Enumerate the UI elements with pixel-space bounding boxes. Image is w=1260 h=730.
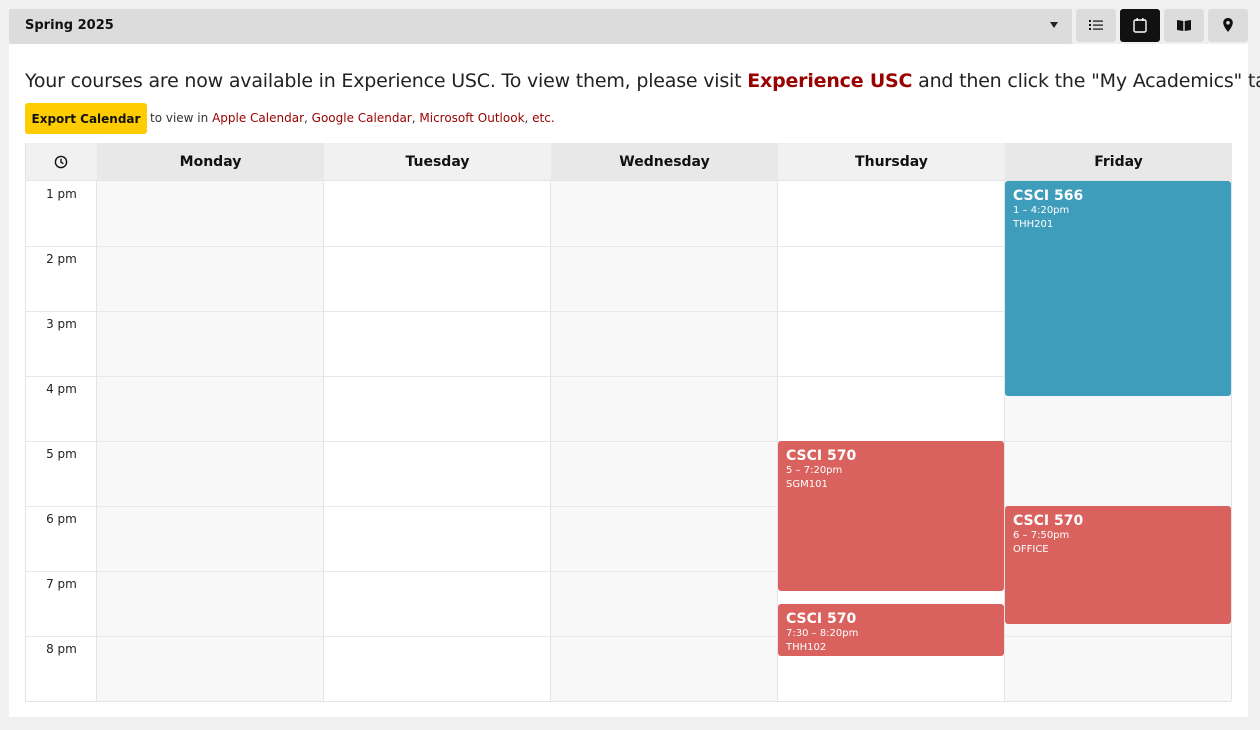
term-selector-value: Spring 2025: [25, 18, 114, 33]
google-calendar-link[interactable]: Google Calendar: [312, 111, 412, 125]
notice-text-after: and then click the "My Academics" tab.: [912, 70, 1260, 92]
course-code: CSCI 566: [1013, 188, 1084, 204]
calendar-icon: [1133, 18, 1147, 33]
course-code: CSCI 570: [786, 610, 857, 627]
course-code: CSCI 570: [1013, 513, 1084, 529]
time-label: 6 pm: [46, 512, 77, 526]
catalog-view-button[interactable]: [1164, 9, 1204, 42]
map-pin-icon: [1223, 18, 1233, 32]
course-time: 6 – 7:50pm: [1013, 530, 1070, 541]
microsoft-outlook-link[interactable]: Microsoft Outlook: [419, 111, 524, 125]
course-event[interactable]: CSCI 566 1 – 4:20pm THH201: [1005, 181, 1231, 397]
time-label: 5 pm: [46, 447, 77, 461]
day-header-wednesday: Wednesday: [551, 143, 778, 181]
calendar-view-button[interactable]: [1120, 9, 1160, 42]
hour-divider: [26, 441, 1232, 442]
time-label: 4 pm: [46, 382, 77, 396]
day-header-friday: Friday: [1005, 143, 1232, 181]
course-event[interactable]: CSCI 570 5 – 7:20pm SGM101: [778, 441, 1004, 592]
day-header-tuesday: Tuesday: [324, 143, 551, 181]
export-calendar-button[interactable]: Export Calendar: [25, 103, 147, 134]
course-room: THH102: [786, 641, 827, 653]
day-header-thursday: Thursday: [778, 143, 1005, 181]
notice-text-before: Your courses are now available in Experi…: [25, 70, 748, 92]
course-event[interactable]: CSCI 570 7:30 – 8:20pm THH102: [778, 603, 1004, 657]
main-panel: Your courses are now available in Experi…: [9, 44, 1260, 717]
course-time: 1 – 4:20pm: [1013, 205, 1070, 216]
chevron-down-icon: [1050, 22, 1058, 28]
etc-link[interactable]: etc.: [532, 111, 555, 125]
course-time: 5 – 7:20pm: [786, 465, 843, 476]
course-room: OFFICE: [1013, 544, 1049, 555]
course-code: CSCI 570: [786, 448, 857, 464]
list-view-button[interactable]: [1076, 9, 1116, 42]
list-icon: [1089, 20, 1103, 30]
experience-usc-link[interactable]: Experience USC: [747, 70, 912, 92]
course-room: THH201: [1013, 219, 1054, 230]
hour-divider: [26, 636, 1232, 637]
weekly-calendar: Monday Tuesday Wednesday Thursday Friday…: [25, 143, 1232, 702]
time-label: 1 pm: [46, 187, 77, 201]
time-label: 2 pm: [46, 252, 77, 266]
book-icon: [1177, 20, 1191, 31]
map-view-button[interactable]: [1208, 9, 1248, 42]
course-time: 7:30 – 8:20pm: [786, 627, 859, 639]
export-note: to view in Apple Calendar, Google Calend…: [150, 111, 555, 125]
term-selector[interactable]: Spring 2025: [9, 9, 1072, 44]
time-column-header: [26, 143, 97, 181]
time-label: 8 pm: [46, 642, 77, 656]
experience-usc-notice: Your courses are now available in Experi…: [25, 70, 1260, 92]
separator: ,: [304, 111, 312, 125]
apple-calendar-link[interactable]: Apple Calendar: [212, 111, 304, 125]
time-label: 7 pm: [46, 577, 77, 591]
export-note-prefix: to view in: [150, 111, 213, 125]
course-event[interactable]: CSCI 570 6 – 7:50pm OFFICE: [1005, 506, 1231, 624]
clock-icon: [54, 155, 68, 169]
time-label: 3 pm: [46, 317, 77, 331]
course-room: SGM101: [786, 479, 828, 490]
day-header-monday: Monday: [97, 143, 324, 181]
